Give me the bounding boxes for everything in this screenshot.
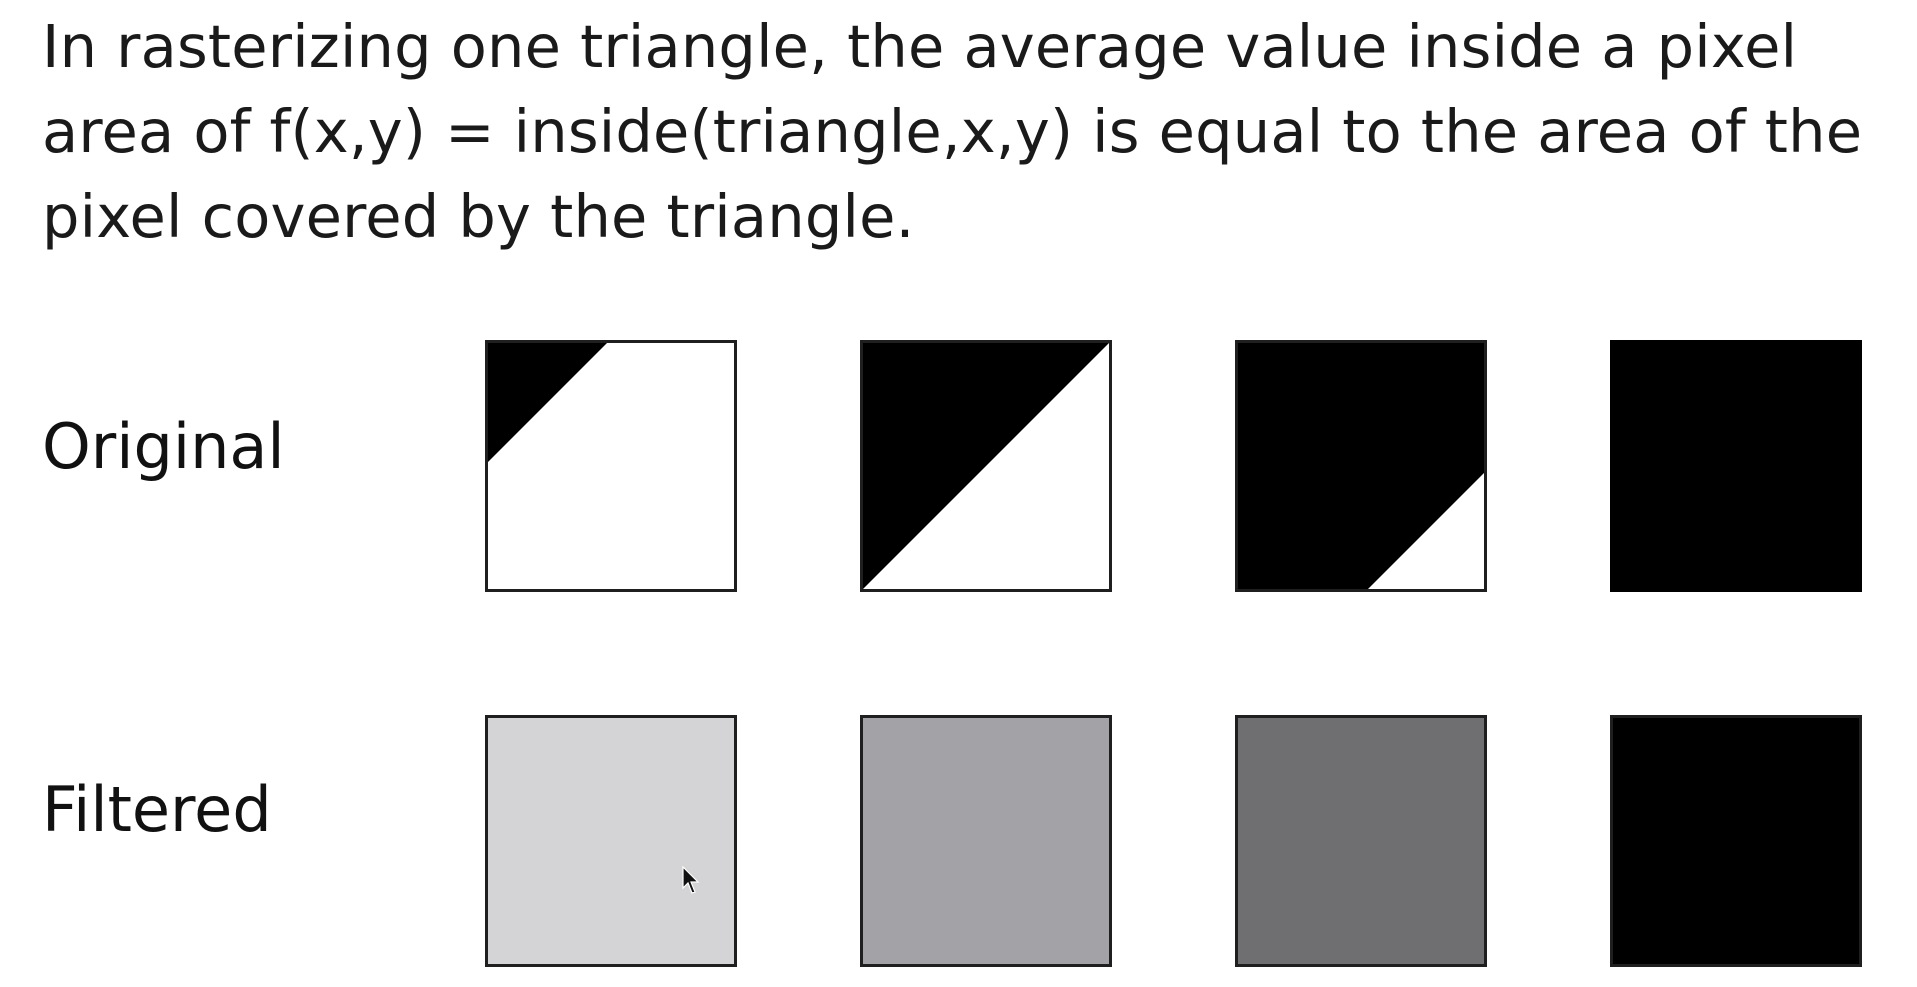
mouse-cursor-icon	[682, 866, 700, 894]
filtered-cell-3	[1235, 715, 1487, 967]
coverage-diagram-3	[1235, 340, 1487, 592]
filtered-cell-4	[1610, 715, 1862, 967]
filtered-swatch-1	[485, 715, 737, 967]
row-label-filtered: Filtered	[42, 773, 272, 846]
statement-line-1: In rasterizing one triangle, the average…	[42, 12, 1798, 81]
coverage-diagram-4	[1610, 340, 1862, 592]
coverage-diagram-2	[860, 340, 1112, 592]
row-label-original: Original	[42, 410, 285, 483]
filtered-swatch-3	[1235, 715, 1487, 967]
original-cell-2	[860, 340, 1112, 592]
filtered-swatch-4	[1610, 715, 1862, 967]
statement-line-3: pixel covered by the triangle.	[42, 182, 915, 251]
filtered-cell-2	[860, 715, 1112, 967]
original-cell-3	[1235, 340, 1487, 592]
original-cell-4	[1610, 340, 1862, 592]
statement-line-2: area of f(x,y) = inside(triangle,x,y) is…	[42, 97, 1863, 166]
statement-text: In rasterizing one triangle, the average…	[42, 4, 1912, 259]
filtered-cell-1	[485, 715, 737, 967]
original-cell-1	[485, 340, 737, 592]
coverage-diagram-1	[485, 340, 737, 592]
filtered-swatch-2	[860, 715, 1112, 967]
